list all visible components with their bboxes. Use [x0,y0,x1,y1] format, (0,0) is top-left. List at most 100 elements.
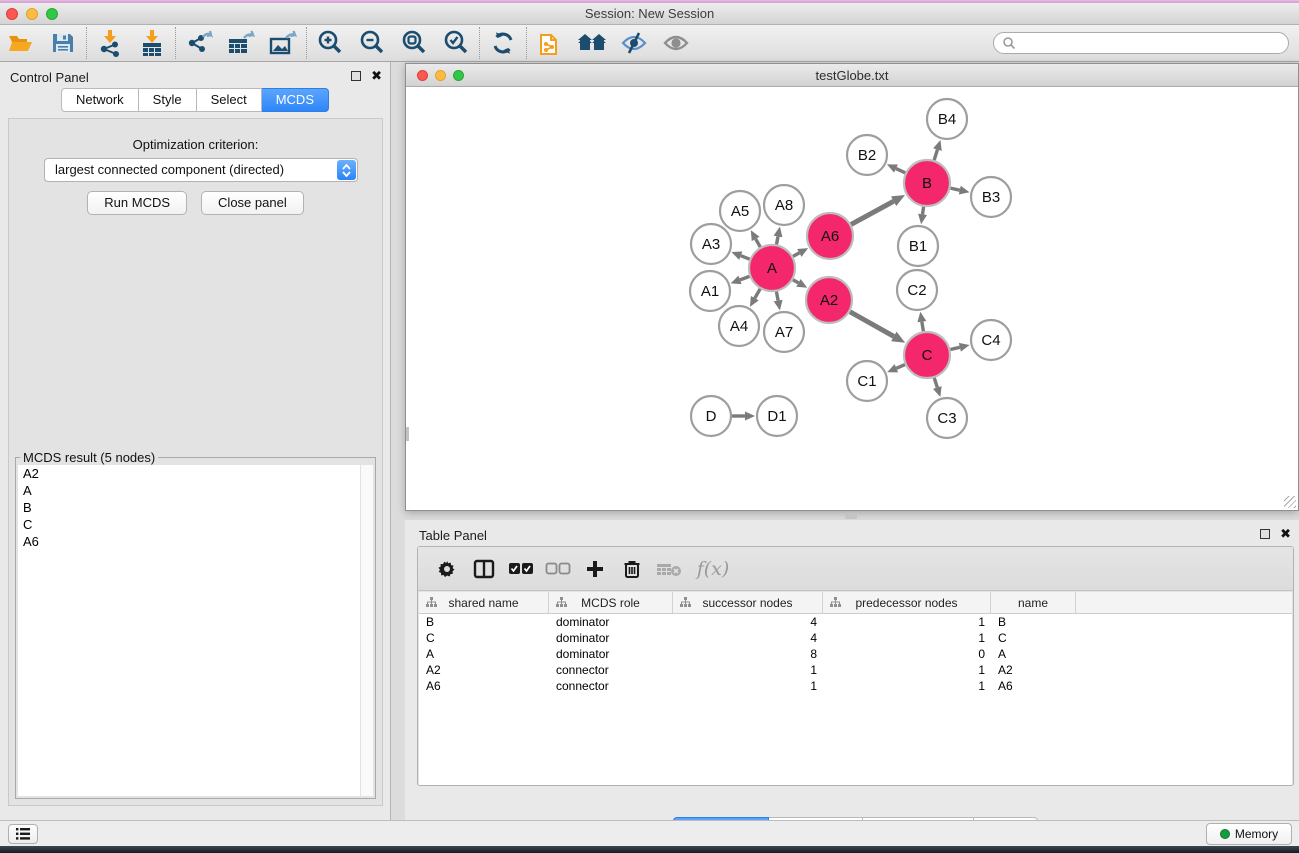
graph-edge[interactable] [776,292,778,301]
graph-edge[interactable] [850,312,894,337]
run-mcds-button[interactable]: Run MCDS [87,191,187,215]
network-graph[interactable]: B4B2BB3A8A5A6A3B1AA1C2A2A4A7C4CC1C3DD1 [406,87,1298,510]
table-cell[interactable]: 4 [673,614,823,630]
column-header-MCDS-role[interactable]: MCDS role [549,592,673,613]
import-network-button[interactable] [89,26,131,60]
table-cell[interactable]: 8 [673,646,823,662]
table-cell[interactable]: 0 [823,646,991,662]
open-session-button[interactable] [0,26,42,60]
show-graphics-button[interactable] [655,26,697,60]
table-cell[interactable]: 4 [673,630,823,646]
table-cell[interactable]: C [991,630,1076,646]
split-columns-button[interactable] [469,553,499,585]
search-input[interactable] [993,32,1289,54]
tab-style[interactable]: Style [139,88,197,112]
tab-select[interactable]: Select [197,88,262,112]
graph-edge[interactable] [793,253,799,256]
table-row[interactable]: A2connector11A2 [419,662,1292,678]
graph-edge[interactable] [922,322,923,332]
table-cell[interactable]: A2 [419,662,549,678]
close-panel-button[interactable]: Close panel [201,191,304,215]
graph-edge[interactable] [755,289,760,298]
splitter-handle[interactable] [845,514,857,519]
table-row[interactable]: Cdominator41C [419,630,1292,646]
network-document-button[interactable] [529,26,571,60]
graph-edge[interactable] [934,150,937,161]
graph-edge[interactable] [934,378,937,388]
select-all-checkboxes-button[interactable] [506,553,536,585]
table-cell[interactable]: 1 [823,662,991,678]
result-item[interactable]: A2 [18,465,360,482]
float-panel-icon[interactable] [351,71,361,81]
graph-edge[interactable] [950,188,959,190]
close-panel-icon[interactable]: ✖ [371,71,382,81]
deselect-all-checkboxes-button[interactable] [543,553,573,585]
float-table-panel-icon[interactable] [1260,529,1270,539]
graph-edge[interactable] [756,239,761,247]
memory-button[interactable]: Memory [1206,823,1292,845]
close-table-panel-icon[interactable]: ✖ [1280,529,1291,539]
graph-edge[interactable] [851,201,894,224]
delete-column-button[interactable] [617,553,647,585]
graph-edge[interactable] [896,169,905,173]
table-cell[interactable]: C [419,630,549,646]
table-cell[interactable]: 1 [823,614,991,630]
column-header-predecessor-nodes[interactable]: predecessor nodes [823,592,991,613]
export-network-button[interactable] [178,26,220,60]
table-cell[interactable]: 1 [823,630,991,646]
add-column-button[interactable] [580,553,610,585]
zoom-selected-button[interactable] [435,26,477,60]
zoom-out-button[interactable] [351,26,393,60]
graph-edge[interactable] [896,365,905,369]
graph-edge[interactable] [740,276,749,280]
tab-mcds[interactable]: MCDS [262,88,329,112]
table-cell[interactable]: A [419,646,549,662]
home-button[interactable] [571,26,613,60]
table-cell[interactable]: 1 [823,678,991,694]
import-table-button[interactable] [131,26,173,60]
search-field[interactable] [1016,34,1288,52]
hide-graphics-button[interactable] [613,26,655,60]
refresh-layout-button[interactable] [482,26,524,60]
table-row[interactable]: Adominator80A [419,646,1292,662]
table-row[interactable]: A6connector11A6 [419,678,1292,694]
result-item[interactable]: B [18,499,360,516]
window-resize-grip[interactable] [1284,496,1296,508]
table-cell[interactable]: B [419,614,549,630]
table-cell[interactable]: 1 [673,662,823,678]
zoom-in-button[interactable] [309,26,351,60]
column-header-successor-nodes[interactable]: successor nodes [673,592,823,613]
export-image-button[interactable] [262,26,304,60]
table-cell[interactable]: connector [549,662,673,678]
network-canvas[interactable]: B4B2BB3A8A5A6A3B1AA1C2A2A4A7C4CC1C3DD1 [406,87,1298,510]
table-cell[interactable]: A6 [419,678,549,694]
table-cell[interactable]: 1 [673,678,823,694]
result-item[interactable]: A [18,482,360,499]
table-row[interactable]: Bdominator41B [419,614,1292,630]
table-cell[interactable]: A2 [991,662,1076,678]
graph-edge[interactable] [793,280,799,283]
zoom-fit-button[interactable] [393,26,435,60]
result-item[interactable]: A6 [18,533,360,550]
table-cell[interactable]: dominator [549,646,673,662]
graph-edge[interactable] [741,256,750,259]
table-cell[interactable]: connector [549,678,673,694]
table-cell[interactable]: dominator [549,630,673,646]
table-cell[interactable]: A [991,646,1076,662]
table-cell[interactable]: A6 [991,678,1076,694]
save-session-button[interactable] [42,26,84,60]
table-cell[interactable]: dominator [549,614,673,630]
column-header-shared-name[interactable]: shared name [419,592,549,613]
function-builder-button[interactable]: f(x) [691,553,735,585]
export-table-button[interactable] [220,26,262,60]
criterion-dropdown[interactable]: largest connected component (directed) [44,158,358,182]
gear-button[interactable] [432,553,462,585]
result-scrollbar[interactable] [360,465,373,796]
tab-network[interactable]: Network [61,88,139,112]
graph-edge[interactable] [950,347,959,349]
delete-table-button[interactable] [654,553,684,585]
network-window-titlebar[interactable]: testGlobe.txt [406,64,1298,87]
graph-edge[interactable] [776,236,778,244]
mcds-result-list[interactable]: A2ABCA6 [18,465,360,796]
task-history-button[interactable] [8,824,38,844]
